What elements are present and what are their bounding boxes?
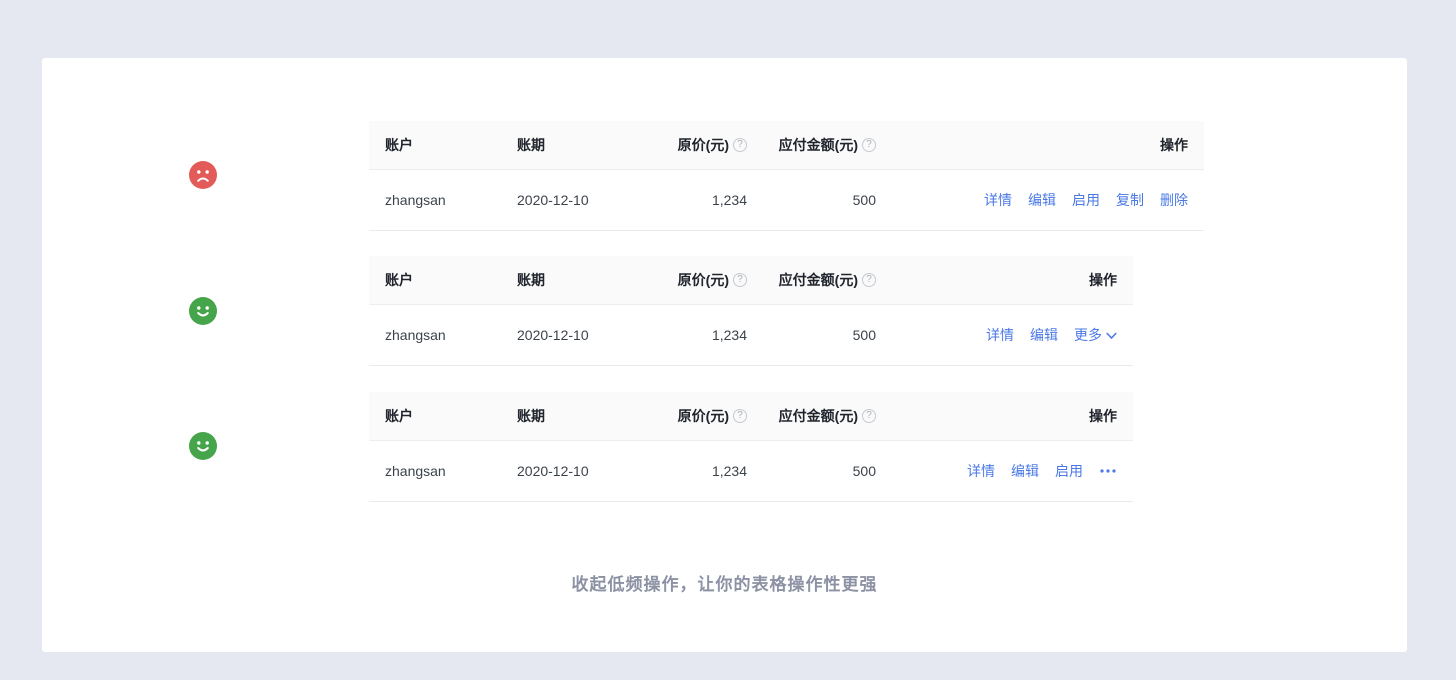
cell-payable: 500 (747, 192, 876, 208)
table-header: 账户 账期 原价(元)? 应付金额(元)? 操作 (369, 121, 1204, 170)
caption-text: 收起低频操作，让你的表格操作性更强 (42, 570, 1407, 595)
table-good-example-ellipsis: 账户 账期 原价(元)? 应付金额(元)? 操作 zhangsan 2020-1… (369, 392, 1133, 502)
action-ellipsis[interactable] (1099, 468, 1117, 474)
cell-payable: 500 (747, 327, 876, 343)
action-details[interactable]: 详情 (984, 190, 1012, 210)
action-enable[interactable]: 启用 (1072, 190, 1100, 210)
column-header-account: 账户 (369, 406, 501, 426)
column-header-original-price: 原价(元)? (649, 135, 747, 155)
column-header-period: 账期 (501, 135, 649, 155)
column-header-payable: 应付金额(元)? (747, 135, 876, 155)
column-header-account: 账户 (369, 135, 501, 155)
action-edit[interactable]: 编辑 (1028, 190, 1056, 210)
good-face-icon (189, 297, 217, 325)
cell-period: 2020-12-10 (501, 192, 649, 208)
cell-period: 2020-12-10 (501, 327, 649, 343)
good-face-icon (189, 432, 217, 460)
cell-operations: 详情 编辑 更多 (876, 325, 1133, 345)
cell-account: zhangsan (369, 327, 501, 343)
action-copy[interactable]: 复制 (1116, 190, 1144, 210)
action-edit[interactable]: 编辑 (1011, 461, 1039, 481)
table-good-example-more: 账户 账期 原价(元)? 应付金额(元)? 操作 zhangsan 2020-1… (369, 256, 1133, 366)
column-header-operations: 操作 (876, 406, 1133, 426)
table-row: zhangsan 2020-12-10 1,234 500 详情 编辑 启用 复… (369, 170, 1204, 231)
cell-original-price: 1,234 (649, 327, 747, 343)
cell-account: zhangsan (369, 192, 501, 208)
action-enable[interactable]: 启用 (1055, 461, 1083, 481)
help-icon[interactable]: ? (733, 409, 747, 423)
column-header-account: 账户 (369, 270, 501, 290)
cell-original-price: 1,234 (649, 463, 747, 479)
help-icon[interactable]: ? (862, 273, 876, 287)
action-delete[interactable]: 删除 (1160, 190, 1188, 210)
page-background: 账户 账期 原价(元)? 应付金额(元)? 操作 zhangsan 2020-1… (0, 0, 1456, 680)
cell-period: 2020-12-10 (501, 463, 649, 479)
column-header-original-price: 原价(元)? (649, 406, 747, 426)
table-header: 账户 账期 原价(元)? 应付金额(元)? 操作 (369, 392, 1133, 441)
help-icon[interactable]: ? (733, 138, 747, 152)
table-row: zhangsan 2020-12-10 1,234 500 详情 编辑 启用 (369, 441, 1133, 502)
action-more[interactable]: 更多 (1074, 325, 1117, 345)
column-header-operations: 操作 (876, 135, 1204, 155)
help-icon[interactable]: ? (862, 138, 876, 152)
cell-original-price: 1,234 (649, 192, 747, 208)
ellipsis-icon (1099, 468, 1117, 474)
content-card: 账户 账期 原价(元)? 应付金额(元)? 操作 zhangsan 2020-1… (42, 58, 1407, 652)
action-details[interactable]: 详情 (967, 461, 995, 481)
table-row: zhangsan 2020-12-10 1,234 500 详情 编辑 更多 (369, 305, 1133, 366)
help-icon[interactable]: ? (862, 409, 876, 423)
table-header: 账户 账期 原价(元)? 应付金额(元)? 操作 (369, 256, 1133, 305)
action-details[interactable]: 详情 (986, 325, 1014, 345)
column-header-payable: 应付金额(元)? (747, 270, 876, 290)
cell-operations: 详情 编辑 启用 (876, 461, 1133, 481)
cell-operations: 详情 编辑 启用 复制 删除 (876, 190, 1204, 210)
column-header-operations: 操作 (876, 270, 1133, 290)
column-header-original-price: 原价(元)? (649, 270, 747, 290)
column-header-period: 账期 (501, 270, 649, 290)
table-bad-example: 账户 账期 原价(元)? 应付金额(元)? 操作 zhangsan 2020-1… (369, 121, 1204, 231)
column-header-period: 账期 (501, 406, 649, 426)
bad-face-icon (189, 161, 217, 189)
cell-payable: 500 (747, 463, 876, 479)
cell-account: zhangsan (369, 463, 501, 479)
column-header-payable: 应付金额(元)? (747, 406, 876, 426)
chevron-down-icon (1106, 332, 1117, 340)
action-edit[interactable]: 编辑 (1030, 325, 1058, 345)
help-icon[interactable]: ? (733, 273, 747, 287)
